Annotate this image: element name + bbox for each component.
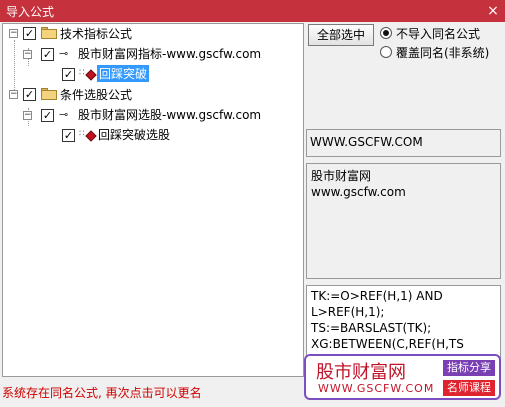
formula-icon [85, 69, 97, 81]
code-line: XG:BETWEEN(C,REF(H,TS [311, 337, 464, 351]
watermark-logo: 股市财富网 WWW.GSCFW.COM 指标分享 名师课程 [304, 354, 501, 400]
folder-icon [41, 88, 57, 100]
tree-item-pullback-breakout[interactable]: 回踩突破 [97, 65, 150, 82]
radio-overwrite[interactable] [380, 46, 392, 58]
checkbox-stock-screen-formulas[interactable]: ✓ [23, 88, 36, 101]
tree-item-gscfw-screens[interactable]: 股市财富网选股-www.gscfw.com [78, 106, 261, 123]
status-message: 系统存在同名公式, 再次点击可以更名 [2, 386, 202, 400]
radio-skip-duplicates-label[interactable]: 不导入同名公式 [396, 25, 480, 42]
window-title: 导入公式 [6, 5, 55, 19]
collapse-toggle[interactable]: − [9, 29, 18, 38]
checkbox-tech-formulas[interactable]: ✓ [23, 27, 36, 40]
code-line: L>REF(H,1); [311, 305, 385, 319]
radio-overwrite-label[interactable]: 覆盖同名(非系统) [396, 44, 489, 61]
collapse-toggle[interactable]: − [23, 50, 32, 59]
watermark-url: WWW.GSCFW.COM [318, 382, 435, 395]
title-bar: 导入公式 × [0, 0, 505, 22]
dots-icon: ∷ [79, 129, 85, 139]
watermark-name: 股市财富网 [316, 362, 406, 383]
checkbox-gscfw-screens[interactable]: ✓ [41, 109, 54, 122]
url-text: WWW.GSCFW.COM [310, 135, 423, 149]
folder-icon [41, 27, 57, 39]
radio-skip-duplicates[interactable] [380, 27, 392, 39]
formula-icon [85, 130, 97, 142]
description-line: 股市财富网 [311, 169, 372, 183]
tree-item-pullback-breakout-screen[interactable]: 回踩突破选股 [98, 126, 170, 143]
description-line: www.gscfw.com [311, 185, 406, 199]
tree-item-tech-formulas[interactable]: 技术指标公式 [60, 25, 132, 42]
checkbox-pullback-breakout[interactable]: ✓ [62, 68, 75, 81]
checkbox-pullback-breakout-screen[interactable]: ✓ [62, 129, 75, 142]
checkbox-gscfw-indicators[interactable]: ✓ [41, 48, 54, 61]
key-icon: ⊸ [59, 47, 69, 60]
close-icon[interactable]: × [481, 0, 505, 22]
select-all-button[interactable]: 全部选中 [308, 24, 374, 46]
code-line: TS:=BARSLAST(TK); [311, 321, 432, 335]
dots-icon: ∷ [79, 68, 85, 78]
description-box: 股市财富网 www.gscfw.com [306, 163, 501, 279]
url-field: WWW.GSCFW.COM [306, 129, 501, 157]
key-icon: ⊸ [59, 108, 69, 121]
watermark-badge: 名师课程 [443, 380, 495, 396]
collapse-toggle[interactable]: − [23, 111, 32, 120]
watermark-badge: 指标分享 [443, 360, 495, 376]
formula-tree[interactable]: − ✓ 技术指标公式 − ✓ ⊸ 股市财富网指标-www.gscfw.com ✓… [2, 23, 304, 377]
tree-item-gscfw-indicators[interactable]: 股市财富网指标-www.gscfw.com [78, 45, 261, 62]
code-line: TK:=O>REF(H,1) AND [311, 289, 443, 303]
tree-item-stock-screen-formulas[interactable]: 条件选股公式 [60, 86, 132, 103]
collapse-toggle[interactable]: − [9, 90, 18, 99]
